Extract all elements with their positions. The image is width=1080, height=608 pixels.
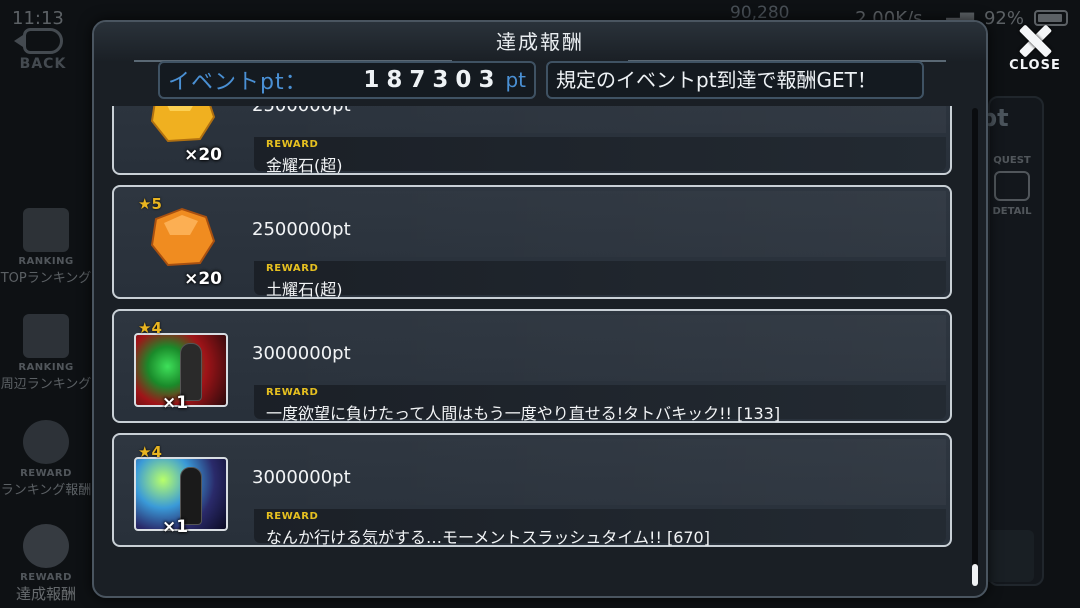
nav-label: 達成報酬 — [15, 585, 76, 603]
quest-detail-button[interactable]: QUEST DETAIL — [984, 154, 1040, 218]
close-icon — [1015, 22, 1055, 60]
nav-tag: REWARD — [20, 572, 72, 583]
gold-stone-icon: ★5 ×20 — [132, 106, 232, 169]
reward-name: 金耀石(超) — [266, 156, 343, 175]
scroll-thumb[interactable] — [972, 564, 978, 586]
reward-qty: ×1 — [162, 517, 189, 537]
quest-label-top: QUEST — [993, 155, 1031, 166]
event-pt-label: イベントpt： — [168, 70, 308, 95]
nav-top-ranking[interactable]: RANKING TOPランキング — [0, 196, 92, 286]
earth-stone-icon: ★5 ×20 — [132, 195, 232, 293]
close-label: CLOSE — [1009, 58, 1061, 73]
reward-qty: ×1 — [162, 393, 189, 413]
reward-card: ★4 ×1 3000000pt REWARD なんか行ける気がする…モーメントス… — [112, 433, 952, 547]
card-art-thumbnail: ★4 ×1 — [132, 443, 232, 541]
event-pt-value: 187303 — [363, 67, 502, 93]
stairs-icon — [23, 314, 69, 358]
reward-qty: ×20 — [184, 269, 222, 289]
quest-label-bottom: DETAIL — [992, 206, 1032, 217]
nav-achievement-reward[interactable]: REWARD 達成報酬 — [0, 514, 92, 604]
reward-card: ★5 ×20 2500000pt REWARD 土耀石(超) — [112, 185, 952, 299]
reward-qty: ×20 — [184, 145, 222, 165]
reward-points: 2500000pt — [252, 106, 351, 116]
nav-tag: RANKING — [18, 362, 74, 373]
event-pt-unit: pt — [505, 68, 526, 92]
reward-list-scrollbar[interactable] — [972, 108, 978, 586]
nav-ranking-reward[interactable]: REWARD ランキング報酬 — [0, 408, 92, 498]
event-pt-box: イベントpt： 187303 pt — [158, 61, 536, 99]
magnifier-icon — [994, 171, 1030, 201]
reward-points: 3000000pt — [252, 467, 351, 488]
reward-tag: REWARD — [266, 139, 319, 150]
achievement-reward-modal: 達成報酬 イベントpt： 187303 pt 規定のイベントpt到達で報酬GET… — [92, 20, 988, 598]
medal-icon — [23, 420, 69, 464]
reward-points: 3000000pt — [252, 343, 351, 364]
reward-name: なんか行ける気がする…モーメントスラッシュタイム!! [670] — [266, 528, 710, 547]
reward-card: ★5 ×20 2500000pt REWARD 金耀石(超) — [112, 106, 952, 175]
nav-label: ランキング報酬 — [0, 483, 92, 498]
trophy-icon — [23, 524, 69, 568]
nav-tag: REWARD — [20, 468, 72, 479]
back-button[interactable]: BACK — [6, 20, 80, 72]
back-label: BACK — [19, 56, 67, 72]
reward-tag: REWARD — [266, 387, 319, 398]
reward-name: 一度欲望に負けたって人間はもう一度やり直せる!タトバキック!! [133] — [266, 404, 781, 423]
close-button[interactable]: CLOSE — [1004, 22, 1066, 74]
nav-tag: RANKING — [18, 256, 74, 267]
nav-label: TOPランキング — [0, 271, 92, 286]
reward-tag: REWARD — [266, 511, 319, 522]
podium-icon — [23, 208, 69, 252]
reward-card: ★4 ×1 3000000pt REWARD 一度欲望に負けたって人間はもう一度… — [112, 309, 952, 423]
reward-name: 土耀石(超) — [266, 280, 343, 299]
rarity-stars: ★4 — [138, 319, 162, 337]
reward-list[interactable]: ★5 ×20 2500000pt REWARD 金耀石(超) ★5 — [112, 106, 958, 566]
back-arrow-icon — [14, 28, 63, 54]
bg-action-button — [984, 530, 1034, 582]
card-art-thumbnail: ★4 ×1 — [132, 319, 232, 417]
reward-info-text: 規定のイベントpt到達で報酬GET！ — [546, 61, 924, 99]
nav-nearby-ranking[interactable]: RANKING 周辺ランキング — [0, 302, 92, 392]
reward-tag: REWARD — [266, 263, 319, 274]
reward-points: 2500000pt — [252, 219, 351, 240]
rarity-stars: ★4 — [138, 443, 162, 461]
nav-label: 周辺ランキング — [0, 377, 92, 392]
modal-title: 達成報酬 — [94, 22, 986, 62]
